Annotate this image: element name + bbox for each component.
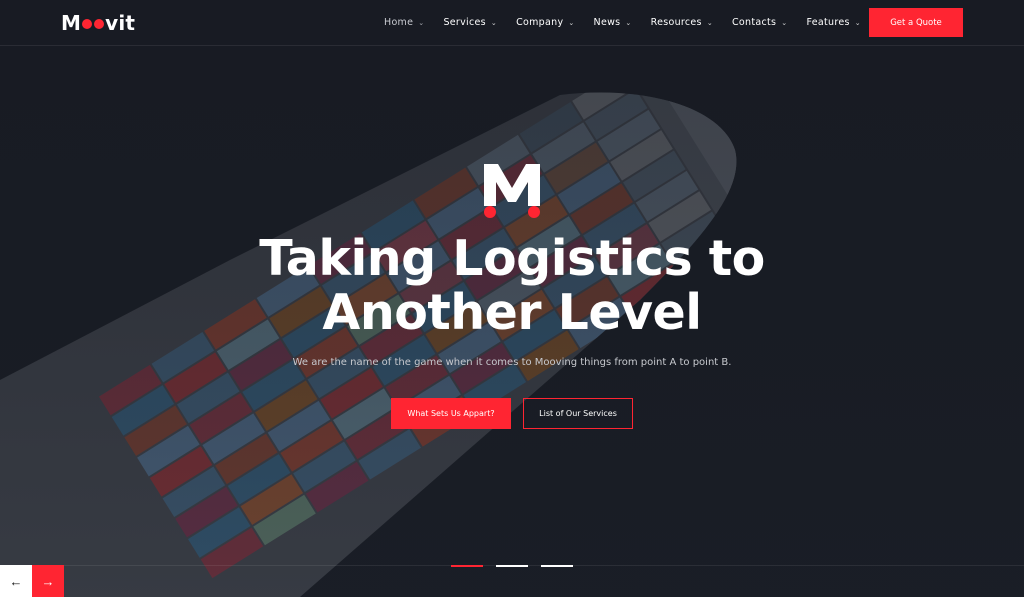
chevron-down-icon: ⌄ <box>568 18 575 27</box>
brand-mark-icon <box>484 164 540 218</box>
next-slide-button[interactable]: → <box>32 565 64 597</box>
nav-item-label: Resources <box>650 17 702 28</box>
nav-item-features[interactable]: Features ⌄ <box>806 17 860 28</box>
nav-item-label: Services <box>443 17 486 28</box>
logo-text-end: vit <box>105 11 136 35</box>
nav-item-label: Home <box>384 17 414 28</box>
logo-dot <box>82 19 93 29</box>
nav-item-label: Contacts <box>731 17 777 28</box>
nav-item-resources[interactable]: Resources ⌄ <box>651 17 713 28</box>
list-of-services-button[interactable]: List of Our Services <box>523 398 633 429</box>
chevron-down-icon: ⌄ <box>418 18 425 27</box>
main-nav: Home ⌄ Services ⌄ Company ⌄ News ⌄ Resources… <box>384 0 880 45</box>
slide-indicator-1[interactable] <box>451 565 483 567</box>
slide-indicator-2[interactable] <box>496 565 528 567</box>
get-quote-button[interactable]: Get a Quote <box>869 8 963 37</box>
chevron-down-icon: ⌄ <box>706 18 713 27</box>
hero-headline: Taking Logistics to Another Level <box>0 232 1024 340</box>
nav-item-news[interactable]: News ⌄ <box>594 17 632 28</box>
nav-item-label: News <box>593 17 621 28</box>
site-header: Mvit Home ⌄ Services ⌄ Company ⌄ News ⌄ Reso… <box>0 0 1024 46</box>
nav-item-label: Company <box>516 17 564 28</box>
nav-item-company[interactable]: Company ⌄ <box>516 17 574 28</box>
logo-dot <box>94 19 105 29</box>
chevron-down-icon: ⌄ <box>854 18 861 27</box>
chevron-down-icon: ⌄ <box>490 18 498 27</box>
chevron-down-icon: ⌄ <box>625 18 632 27</box>
nav-item-contacts[interactable]: Contacts ⌄ <box>732 17 787 28</box>
logo-text-start: M <box>61 11 82 35</box>
slide-indicator-3[interactable] <box>541 565 573 567</box>
chevron-down-icon: ⌄ <box>781 18 788 27</box>
headline-line-2: Another Level <box>322 284 702 341</box>
prev-slide-button[interactable]: ← <box>0 565 32 597</box>
nav-item-services[interactable]: Services ⌄ <box>443 17 497 28</box>
brand-logo[interactable]: Mvit <box>61 11 135 35</box>
arrow-left-icon: ← <box>9 573 23 589</box>
hero-subtext: We are the name of the game when it come… <box>292 357 732 368</box>
headline-line-1: Taking Logistics to <box>259 230 765 287</box>
what-sets-us-apart-button[interactable]: What Sets Us Appart? <box>391 398 511 429</box>
slide-indicators <box>451 565 586 567</box>
hero-slider: Mvit Home ⌄ Services ⌄ Company ⌄ News ⌄ Reso… <box>0 0 1024 597</box>
nav-item-home[interactable]: Home ⌄ <box>384 17 424 28</box>
nav-item-label: Features <box>806 17 850 28</box>
arrow-right-icon: → <box>41 573 55 589</box>
